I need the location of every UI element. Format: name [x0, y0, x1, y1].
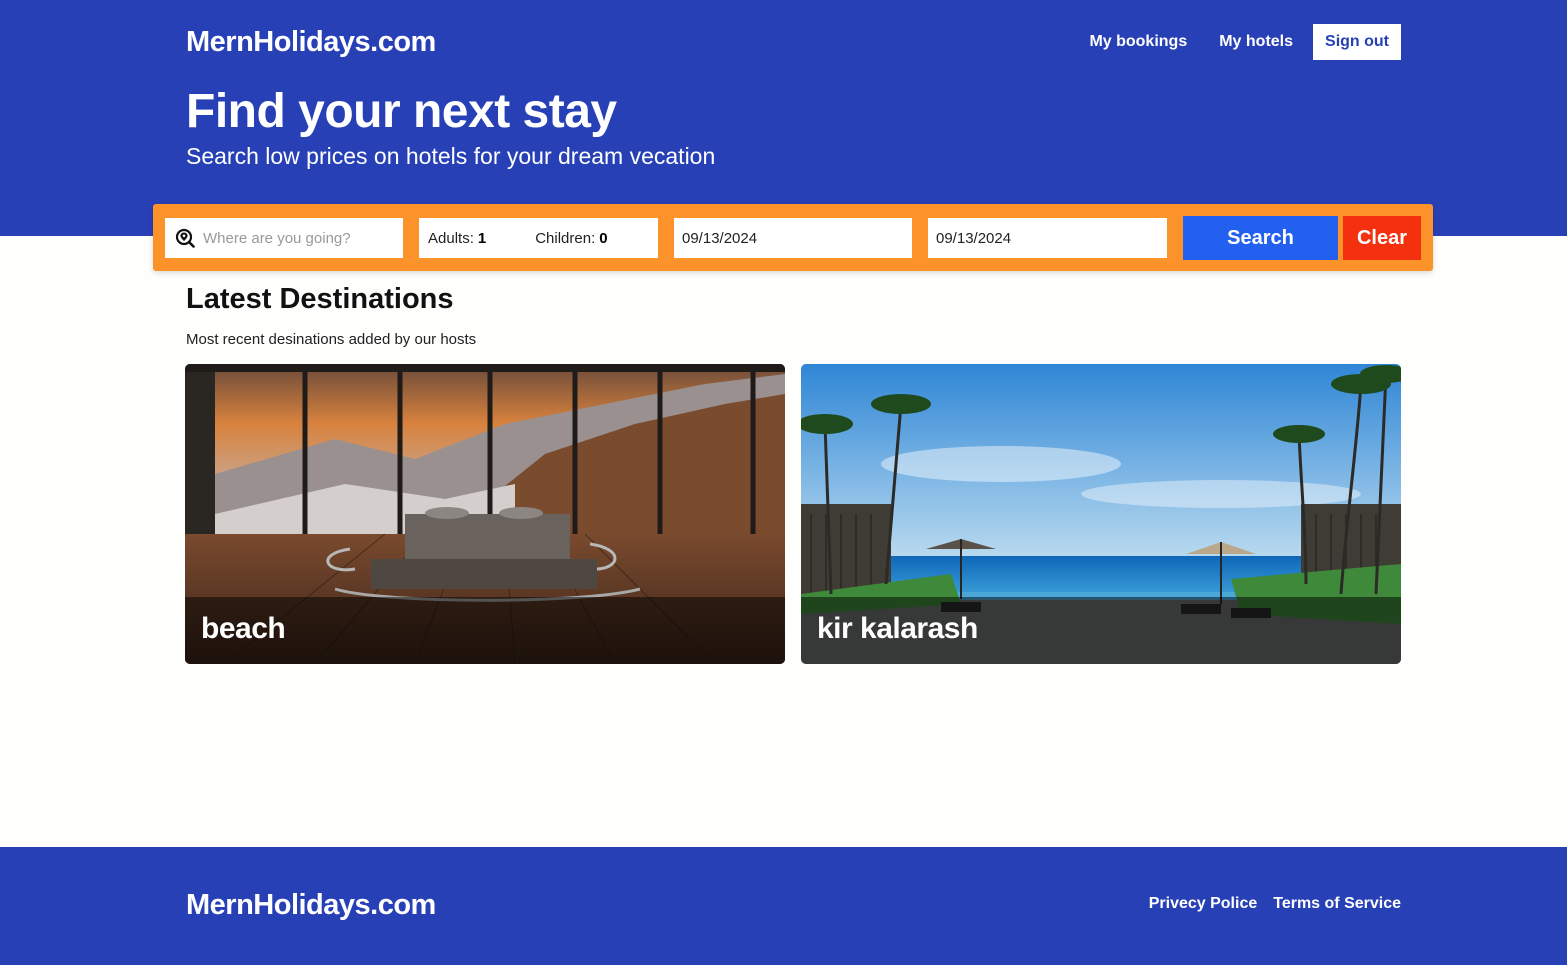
privacy-policy-link[interactable]: Privecy Police: [1149, 895, 1258, 913]
adults-value[interactable]: 1: [478, 230, 486, 247]
children-field[interactable]: Children: 0: [535, 230, 607, 247]
destination-card[interactable]: beach: [185, 364, 785, 664]
children-value[interactable]: 0: [599, 230, 607, 247]
destination-name: beach: [201, 612, 286, 645]
check-in-date-field[interactable]: 09/13/2024: [674, 218, 912, 258]
page-subtitle: Search low prices on hotels for your dre…: [186, 143, 716, 169]
sign-out-button[interactable]: Sign out: [1313, 24, 1401, 60]
destination-field[interactable]: [165, 218, 403, 258]
hero-banner: MernHolidays.com My bookings My hotels S…: [0, 0, 1567, 236]
destination-input[interactable]: [203, 229, 393, 247]
footer-logo[interactable]: MernHolidays.com: [186, 889, 436, 922]
card-caption: kir kalarash: [801, 597, 1401, 664]
adults-label: Adults:: [428, 229, 474, 247]
search-location-icon: [175, 228, 195, 248]
search-button[interactable]: Search: [1183, 216, 1338, 260]
top-nav: My bookings My hotels Sign out: [1057, 24, 1401, 60]
search-bar: Adults:1 Children:0 09/13/2024 09/13/202…: [153, 204, 1433, 271]
latest-destinations-title: Latest Destinations: [186, 283, 454, 315]
adults-field[interactable]: Adults: 1: [428, 230, 486, 247]
destination-name: kir kalarash: [817, 612, 978, 645]
terms-of-service-link[interactable]: Terms of Service: [1273, 895, 1401, 913]
latest-destinations-subtitle: Most recent desinations added by our hos…: [186, 331, 477, 348]
my-hotels-link[interactable]: My hotels: [1219, 24, 1293, 60]
guests-field: Adults: 1 Children: 0: [419, 218, 658, 258]
clear-button[interactable]: Clear: [1343, 216, 1421, 260]
footer: MernHolidays.com Privecy Police Terms of…: [0, 847, 1567, 965]
card-caption: beach: [185, 597, 785, 664]
my-bookings-link[interactable]: My bookings: [1089, 24, 1187, 60]
footer-links: Privecy Police Terms of Service: [1133, 895, 1401, 913]
page-title: Find your next stay: [186, 85, 617, 138]
children-label: Children:: [535, 229, 596, 247]
check-out-date-field[interactable]: 09/13/2024: [928, 218, 1167, 258]
destination-card[interactable]: kir kalarash: [801, 364, 1401, 664]
site-logo[interactable]: MernHolidays.com: [186, 26, 436, 59]
